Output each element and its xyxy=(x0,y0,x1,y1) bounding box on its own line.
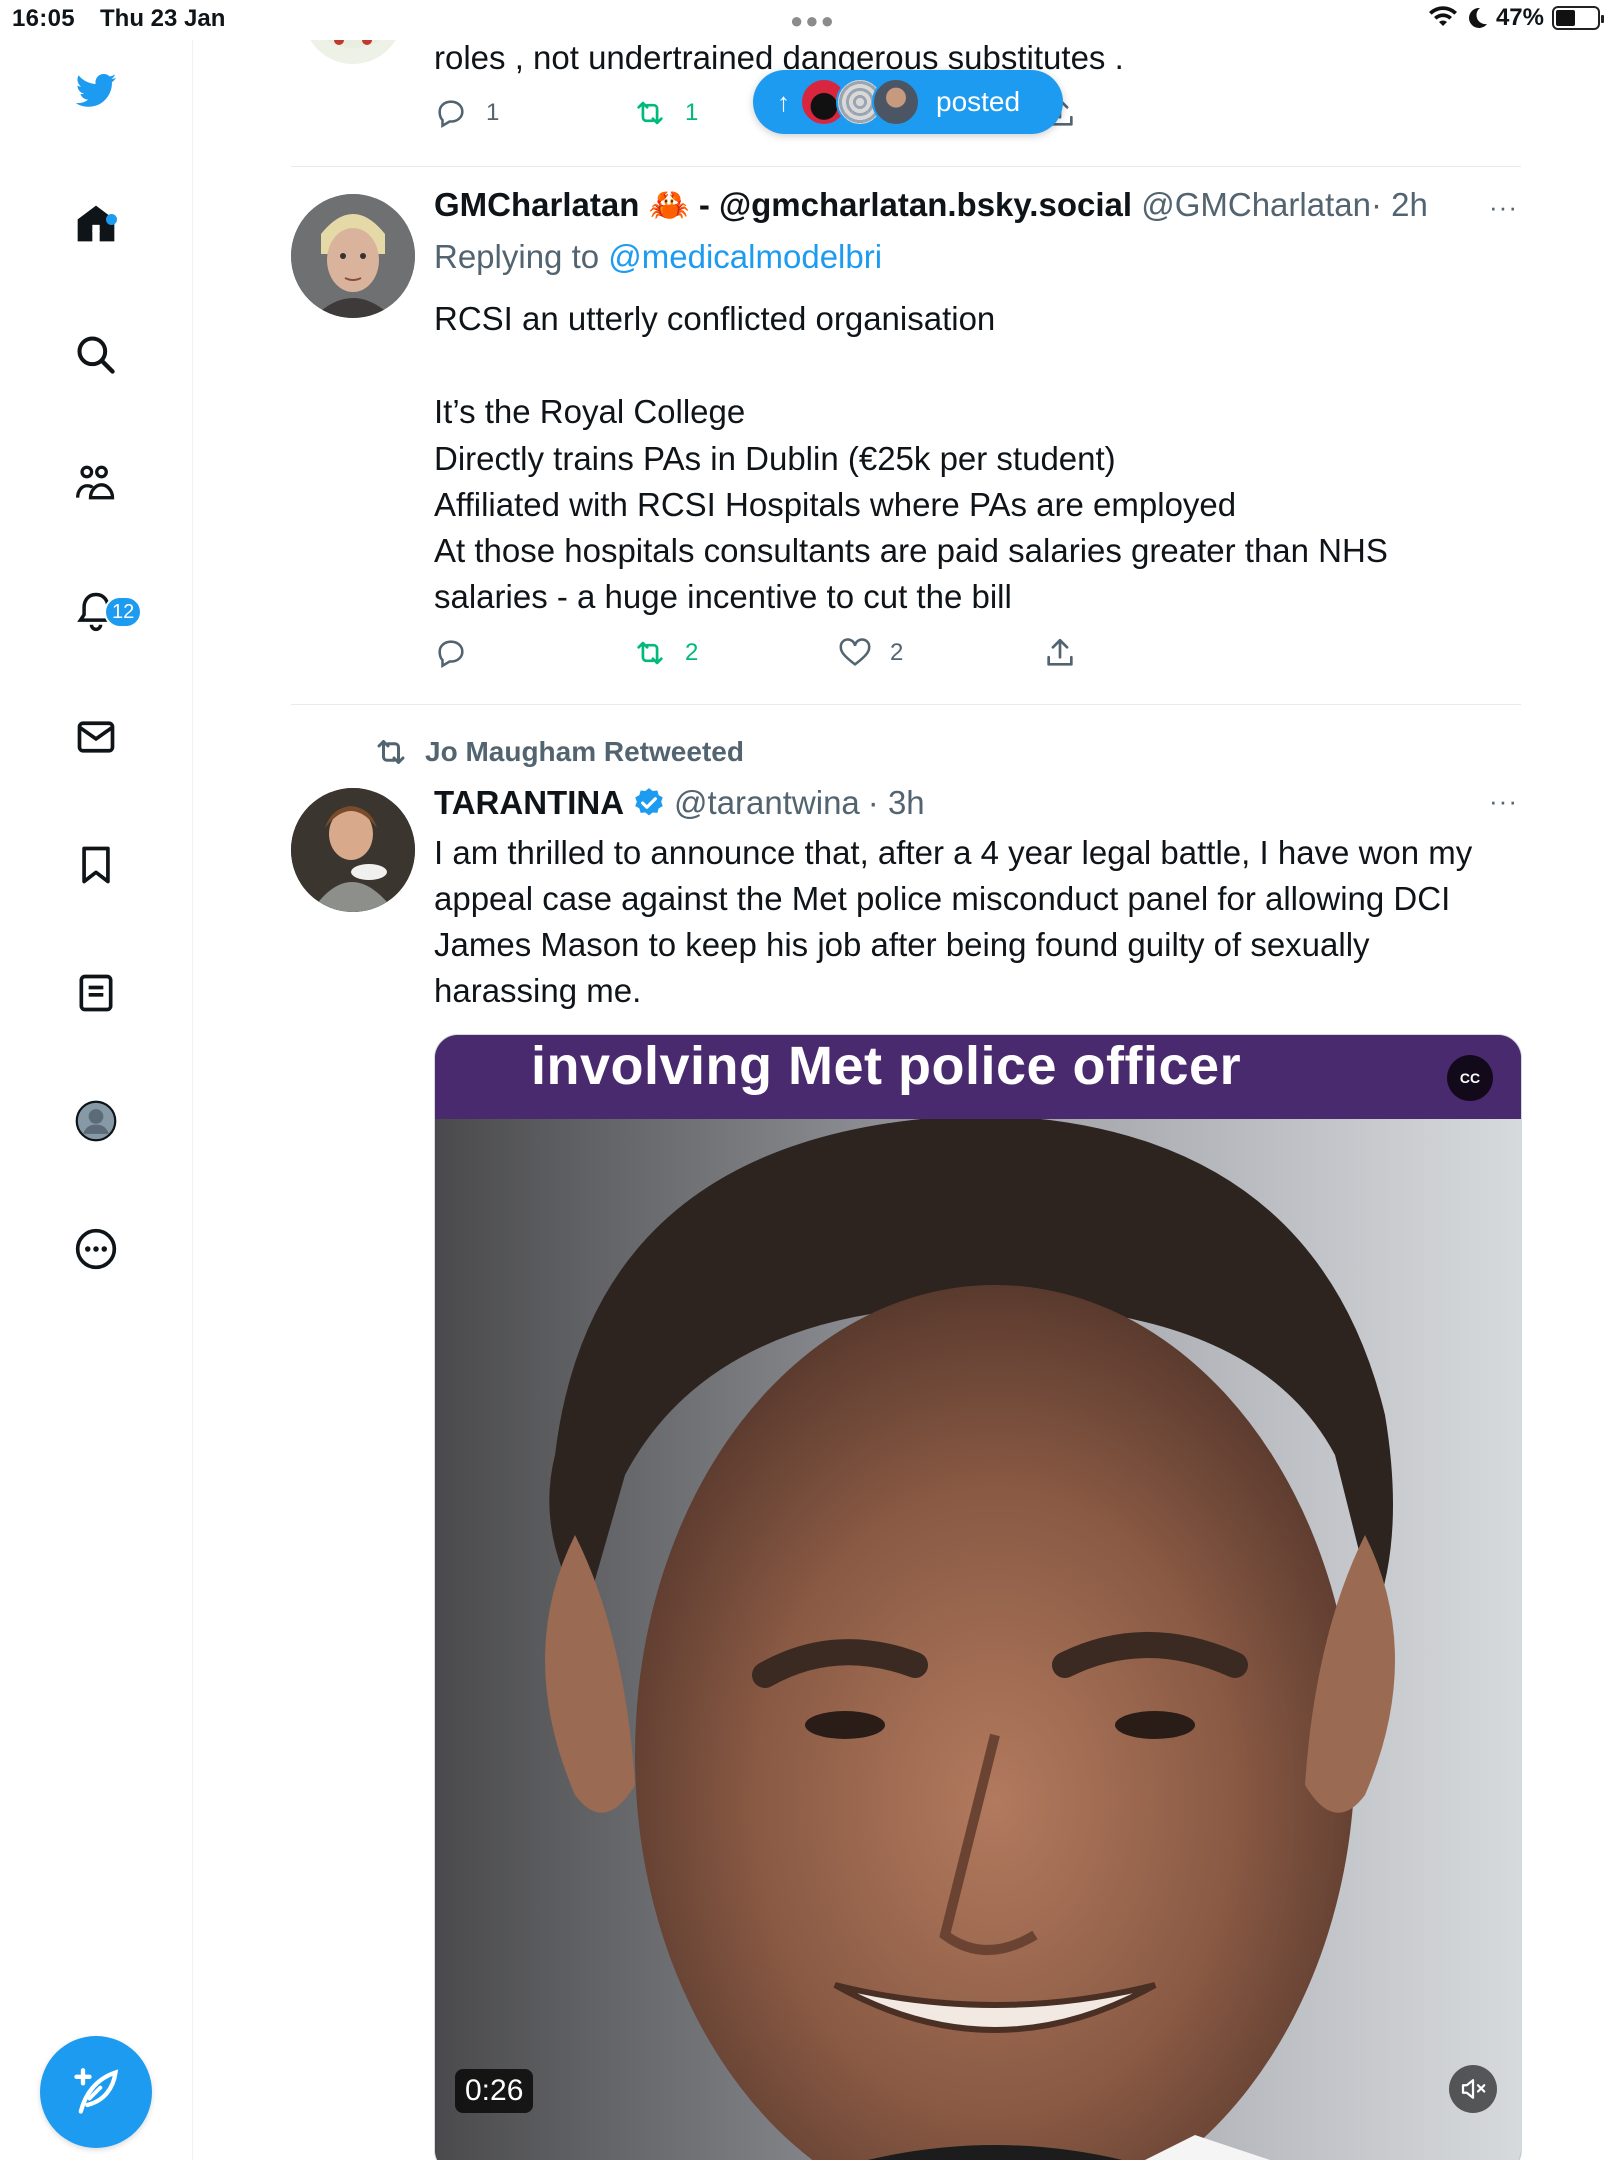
like-button[interactable]: 2 xyxy=(838,636,903,670)
tweet-line: I am thrilled to announce that, after a … xyxy=(434,834,1473,871)
display-name[interactable]: GMCharlatan xyxy=(434,186,639,223)
tweet-line: harassing me. xyxy=(434,972,642,1009)
notification-badge: 12 xyxy=(104,596,143,628)
reply-button[interactable] xyxy=(434,636,468,670)
status-date: Thu 23 Jan xyxy=(100,5,226,32)
video-caption-bar: involving Met police officer xyxy=(435,1035,1521,1119)
avatar[interactable] xyxy=(291,194,415,318)
pill-avatar-3 xyxy=(872,78,920,126)
wifi-icon xyxy=(1428,6,1457,26)
twitter-bird-icon[interactable] xyxy=(71,66,121,116)
display-name[interactable]: TARANTINA xyxy=(434,784,624,822)
avatar[interactable] xyxy=(291,788,415,912)
battery-icon xyxy=(1552,6,1604,30)
retweet-count: 2 xyxy=(685,639,699,666)
heart-icon xyxy=(839,638,871,666)
tweet-line: salaries - a huge incentive to cut the b… xyxy=(434,578,1012,615)
tweet-line: It’s the Royal College xyxy=(434,393,746,430)
lists-icon[interactable] xyxy=(71,968,121,1018)
battery-level xyxy=(1556,10,1575,26)
reply-icon xyxy=(438,100,464,129)
tweet-header: TARANTINA @tarantwina · 3h xyxy=(434,784,925,822)
timestamp[interactable]: · 2h xyxy=(1371,186,1428,223)
tweet-line: At those hospitals consultants are paid … xyxy=(434,532,1388,569)
tweet-menu-icon[interactable]: ··· xyxy=(1489,192,1518,223)
video-duration: 0:26 xyxy=(455,2069,534,2113)
closed-captions-button[interactable]: CC xyxy=(1447,1055,1493,1101)
share-button[interactable] xyxy=(1043,636,1077,670)
tweet-line: Affiliated with RCSI Hospitals where PAs… xyxy=(434,486,1237,523)
tweet-menu-icon[interactable]: ··· xyxy=(1489,786,1518,817)
tweet-line xyxy=(434,342,1524,389)
reply-icon xyxy=(438,640,464,669)
multitask-dots-icon[interactable]: ●●● xyxy=(790,8,836,34)
sidebar: 12 xyxy=(0,40,193,2160)
moon-icon xyxy=(1468,7,1487,28)
reply-button[interactable]: 1 xyxy=(434,96,499,130)
bookmark-icon[interactable] xyxy=(71,840,121,890)
replying-prefix: Replying to xyxy=(434,238,600,275)
new-posts-pill[interactable]: ↑ posted xyxy=(753,70,1063,134)
compose-tweet-button[interactable] xyxy=(40,2036,152,2148)
status-bar: 16:05 Thu 23 Jan ●●● 47% xyxy=(0,0,1620,40)
share-icon xyxy=(1047,638,1073,666)
handle[interactable]: @tarantwina xyxy=(674,784,860,822)
tweet-line: James Mason to keep his job after being … xyxy=(434,926,1370,963)
muted-speaker-icon xyxy=(1461,2079,1486,2099)
search-icon[interactable] xyxy=(71,330,121,380)
retweet-button[interactable]: 2 xyxy=(633,636,698,670)
more-icon[interactable] xyxy=(71,1224,121,1274)
reply-count: 1 xyxy=(486,99,500,126)
tweet-line: Directly trains PAs in Dublin (€25k per … xyxy=(434,440,1116,477)
tweet-header: GMCharlatan 🦀 - @gmcharlatan.bsky.social… xyxy=(434,186,1428,225)
crab-emoji-icon: 🦀 xyxy=(648,186,690,223)
retweet-icon xyxy=(637,101,663,125)
video-frame xyxy=(435,1115,1521,2160)
like-count: 2 xyxy=(890,639,904,666)
retweet-count: 1 xyxy=(685,99,699,126)
tweet-body: RCSI an utterly conflicted organisation … xyxy=(434,296,1524,620)
video-caption: involving Met police officer xyxy=(531,1036,1242,1096)
timeline-feed[interactable]: roles , not undertrained dangerous subst… xyxy=(193,0,1620,2160)
timestamp[interactable]: · 3h xyxy=(868,784,925,822)
arrow-up-icon: ↑ xyxy=(777,86,790,117)
tweet-line: RCSI an utterly conflicted organisation xyxy=(434,300,996,337)
feather-plus-icon xyxy=(74,2068,119,2114)
retweeted-by-label: Jo Maugham Retweeted xyxy=(425,736,744,767)
communities-icon[interactable] xyxy=(71,458,121,508)
mail-icon[interactable] xyxy=(71,712,121,762)
retweeted-by[interactable]: Jo Maugham Retweeted xyxy=(373,734,744,770)
verified-badge-icon xyxy=(635,788,663,816)
replying-handle[interactable]: @medicalmodelbri xyxy=(608,238,882,275)
display-name-suffix: - @gmcharlatan.bsky.social xyxy=(698,186,1133,223)
replying-to: Replying to @medicalmodelbri xyxy=(434,238,882,276)
tweet-line: appeal case against the Met police misco… xyxy=(434,880,1451,917)
home-unread-dot xyxy=(106,214,117,225)
divider xyxy=(291,166,1521,167)
tweet-body: I am thrilled to announce that, after a … xyxy=(434,830,1534,1014)
battery-percent: 47% xyxy=(1495,4,1544,31)
pill-label: posted xyxy=(936,86,1021,117)
profile-icon[interactable] xyxy=(71,1096,121,1146)
retweet-icon xyxy=(637,641,663,665)
divider xyxy=(291,704,1521,705)
retweet-icon xyxy=(377,740,405,764)
video-player[interactable]: involving Met police officer CC 0:26 xyxy=(434,1034,1522,2160)
status-time: 16:05 xyxy=(12,5,75,32)
retweet-button[interactable]: 1 xyxy=(633,96,698,130)
handle[interactable]: @GMCharlatan xyxy=(1141,186,1371,223)
mute-button[interactable] xyxy=(1449,2065,1497,2113)
